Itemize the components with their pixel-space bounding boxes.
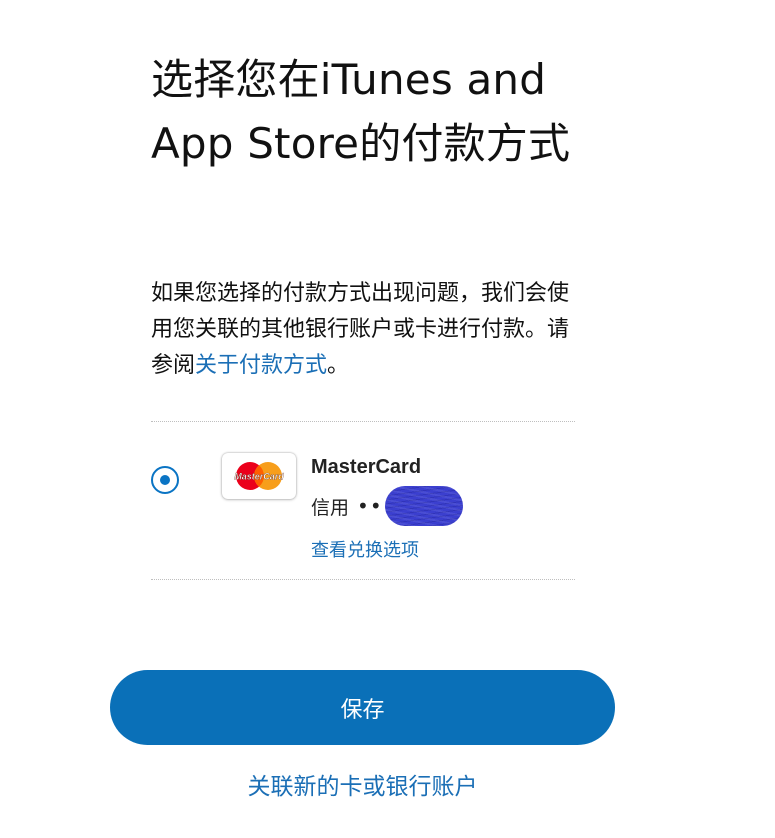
card-brand-name: MasterCard — [311, 456, 422, 478]
mastercard-logo-icon: MasterCard — [222, 453, 296, 499]
card-type-label: 信用 — [311, 496, 350, 519]
masked-card-number: •• — [357, 494, 383, 518]
about-payment-methods-link[interactable]: 关于付款方式 — [195, 353, 327, 378]
payment-method-radio[interactable] — [151, 466, 179, 494]
radio-selected-dot — [160, 475, 170, 485]
divider-bottom — [151, 579, 575, 580]
redacted-card-digits — [384, 486, 463, 526]
intro-text: 如果您选择的付款方式出现问题，我们会使用您关联的其他银行账户或卡进行付款。请参阅… — [151, 276, 571, 384]
divider-top — [151, 421, 575, 422]
intro-end: 。 — [327, 353, 350, 378]
page-title: 选择您在iTunes and App Store的付款方式 — [151, 55, 571, 168]
mastercard-logo-text: MasterCard — [234, 472, 284, 482]
link-new-card-or-bank-account-link[interactable]: 关联新的卡或银行账户 — [0, 767, 725, 801]
view-exchange-options-link[interactable]: 查看兑换选项 — [311, 536, 419, 562]
card-type-row: 信用 •• — [311, 486, 463, 526]
save-button[interactable]: 保存 — [110, 670, 615, 745]
